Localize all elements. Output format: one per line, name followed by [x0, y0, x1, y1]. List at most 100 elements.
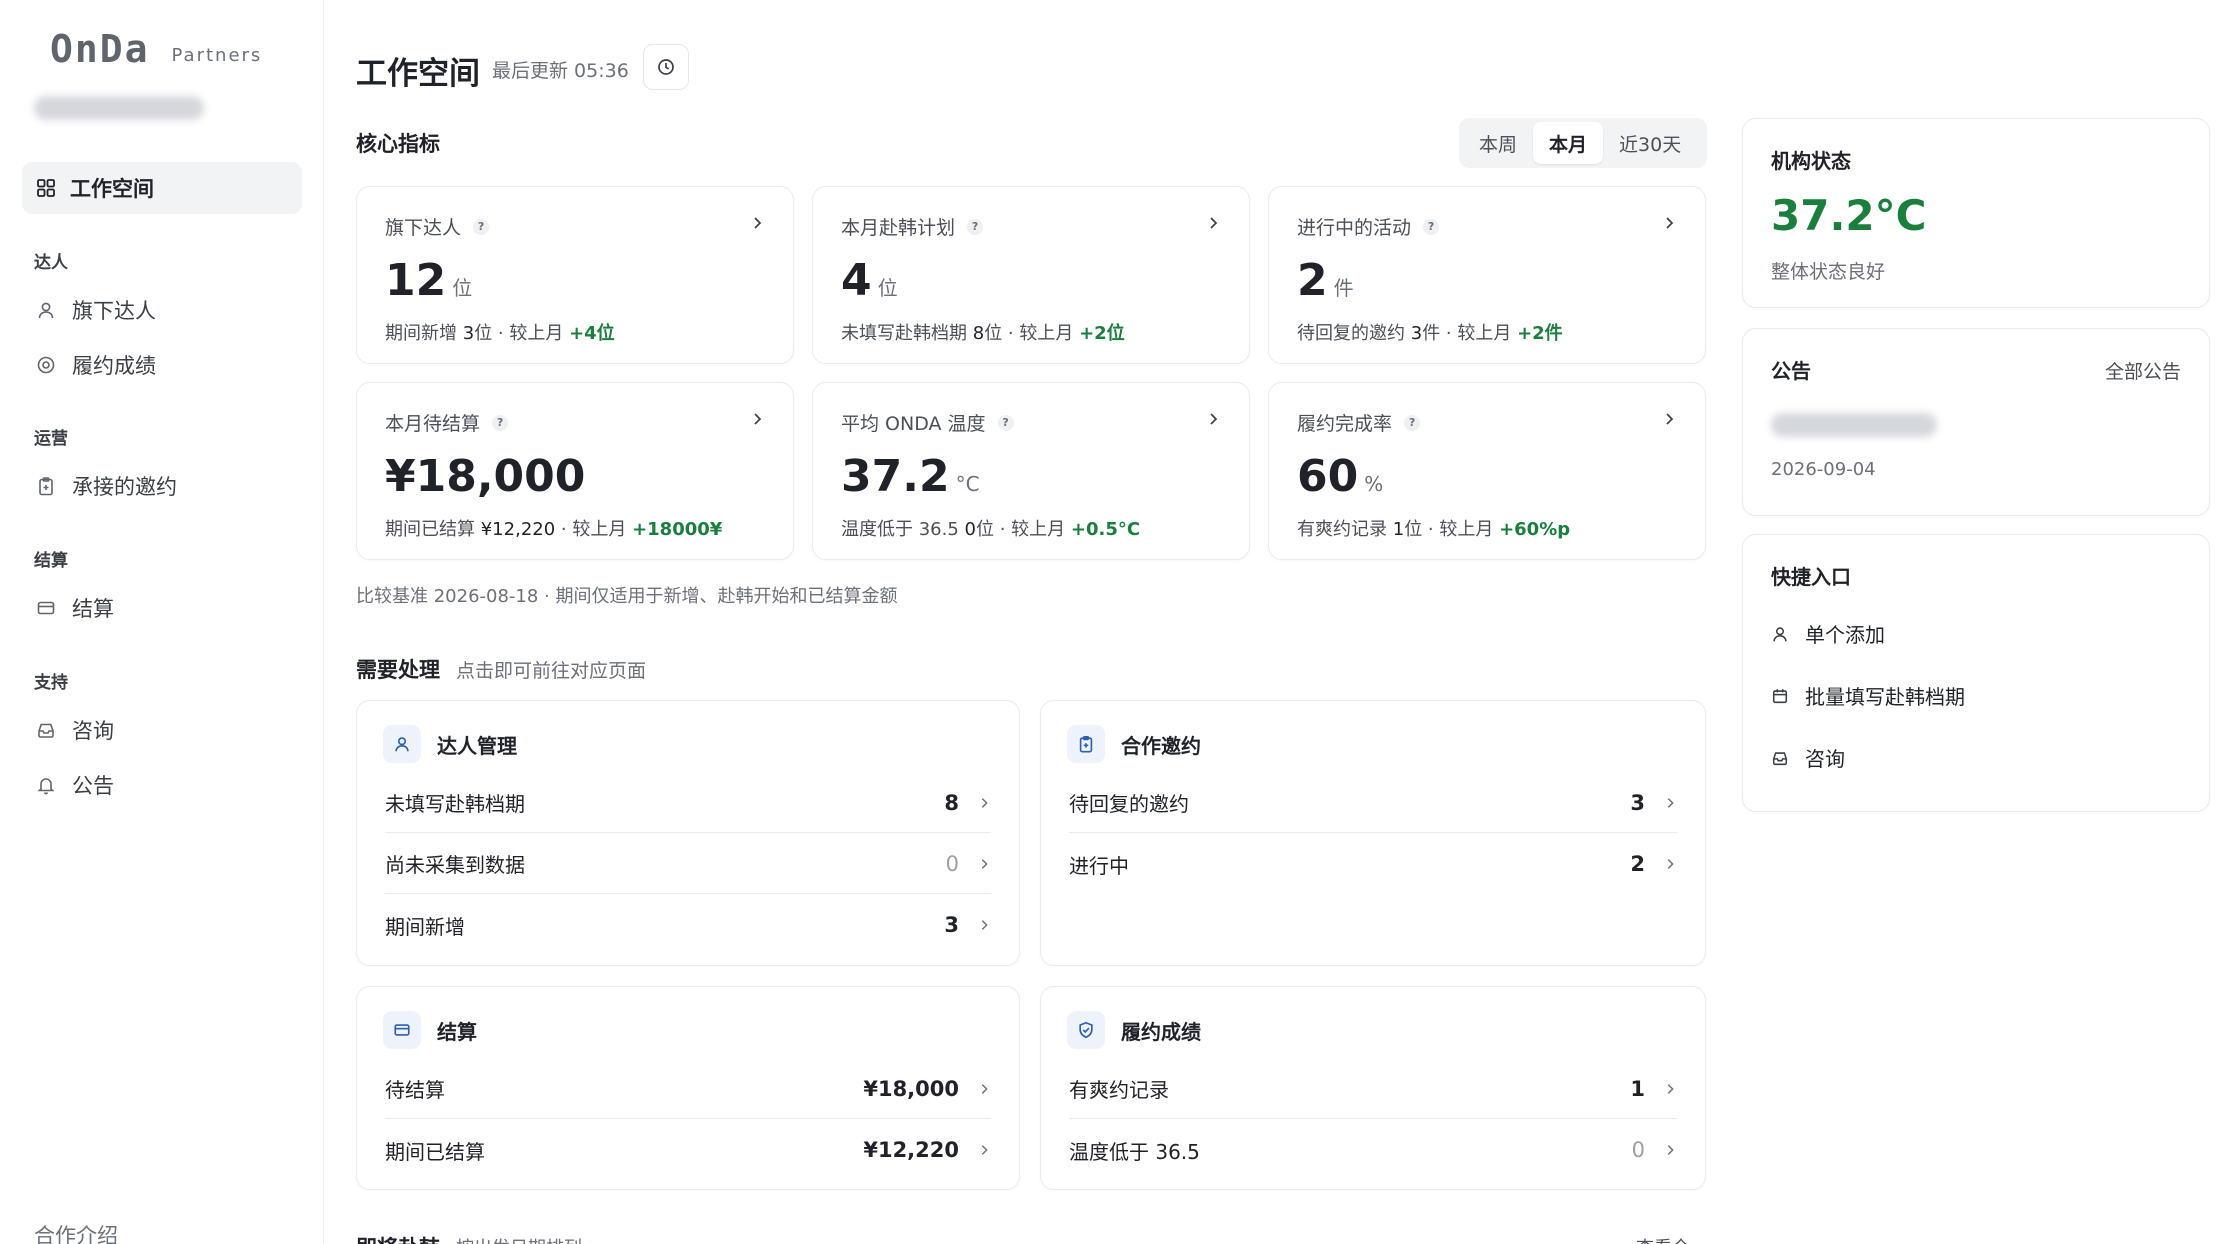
chevron-right-icon — [977, 1143, 991, 1157]
list-item-value: 2 — [1630, 852, 1645, 876]
list-item[interactable]: 有爽约记录 1 — [1069, 1059, 1677, 1119]
kpi-value: 12 — [385, 255, 447, 306]
list-item[interactable]: 未填写赴韩档期 8 — [385, 773, 991, 833]
sidebar-item-label: 承接的邀约 — [72, 475, 177, 499]
list-item[interactable]: 进行中 2 — [1069, 834, 1677, 894]
kpi-card-avg-temperature[interactable]: 平均 ONDA 温度? 37.2 °C 温度低于 36.5 0位 · 较上月 +0… — [812, 382, 1250, 560]
help-icon[interactable]: ? — [997, 414, 1014, 431]
kpi-label-row: 本月赴韩计划? — [841, 213, 984, 240]
kpi-foot-value: 8 — [972, 323, 985, 344]
kpi-value-row: ¥18,000 — [385, 451, 591, 502]
list-item-value: 3 — [944, 913, 959, 937]
chevron-right-icon — [1663, 796, 1677, 810]
sidebar-item-talents[interactable]: 旗下达人 — [36, 294, 156, 326]
list-item-label: 待回复的邀约 — [1069, 792, 1189, 816]
help-icon[interactable]: ? — [473, 218, 490, 235]
sidebar-item-label: 公告 — [72, 774, 114, 798]
list-item[interactable]: 期间已结算 ¥12,220 — [385, 1120, 991, 1180]
panel-header: 达人管理 — [383, 725, 517, 763]
kpi-card-active-campaigns[interactable]: 进行中的活动? 2件 待回复的邀约 3件 · 较上月 +2件 — [1268, 186, 1706, 364]
help-icon[interactable]: ? — [1404, 414, 1421, 431]
kpi-foot-text: 位 · 较上月 — [1404, 519, 1500, 540]
sidebar-item-workspace[interactable]: 工作空间 — [22, 162, 302, 214]
help-icon[interactable]: ? — [492, 414, 509, 431]
quick-link-add-single[interactable]: 单个添加 — [1771, 619, 1885, 648]
inbox-icon — [36, 720, 56, 740]
kpi-card-pending-settlement[interactable]: 本月待结算? ¥18,000 期间已结算 ¥12,220 · 较上月 +1800… — [356, 382, 794, 560]
list-item[interactable]: 尚未采集到数据 0 — [385, 834, 991, 894]
kpi-foot-text: 期间新增 — [385, 323, 463, 344]
tab-month[interactable]: 本月 — [1533, 122, 1604, 164]
list-item-value: 8 — [944, 790, 959, 815]
refresh-button[interactable] — [643, 44, 689, 90]
list-item[interactable]: 期间新增 3 — [385, 895, 991, 955]
kpi-label: 本月赴韩计划 — [841, 217, 956, 239]
clipboard-icon — [1067, 725, 1105, 763]
kpi-footnote: 温度低于 36.5 0位 · 较上月 +0.5°C — [841, 515, 1140, 541]
chevron-right-icon — [1205, 411, 1221, 427]
help-icon[interactable]: ? — [967, 218, 984, 235]
kpi-foot-value: 3 — [462, 323, 475, 344]
panel-settlement: 结算 待结算 ¥18,000 期间已结算 ¥12,220 — [356, 986, 1020, 1190]
list-item[interactable]: 温度低于 36.5 0 — [1069, 1120, 1677, 1180]
sidebar-item-performance[interactable]: 履约成绩 — [36, 349, 156, 381]
kpi-value: 2 — [1297, 255, 1328, 306]
kpi-foot-text: 位 · 较上月 — [975, 519, 1071, 540]
sidebar-item-label: 履约成绩 — [72, 354, 156, 378]
view-all-link[interactable]: 查看全部 — [1636, 1234, 1706, 1244]
panel-performance: 履约成绩 有爽约记录 1 温度低于 36.5 0 — [1040, 986, 1706, 1190]
kpi-unit: °C — [955, 472, 980, 496]
help-icon[interactable]: ? — [1423, 218, 1440, 235]
account-name-redacted — [34, 96, 204, 120]
calendar-icon — [1771, 687, 1789, 705]
kpi-delta: +4位 — [569, 323, 615, 344]
kpi-value: 60 — [1297, 451, 1359, 502]
kpi-unit: 位 — [452, 276, 473, 300]
kpi-delta: +60%p — [1499, 519, 1571, 540]
kpi-footnote: 待回复的邀约 3件 · 较上月 +2件 — [1297, 319, 1563, 345]
todo-section-subtitle: 点击即可前往对应页面 — [456, 660, 647, 682]
sidebar-item-notices[interactable]: 公告 — [36, 769, 114, 801]
org-temperature: 37.2°C — [1771, 191, 1927, 240]
kpi-value: 4 — [841, 255, 872, 306]
user-icon — [1771, 625, 1789, 643]
sidebar-item-settlement[interactable]: 结算 — [36, 592, 114, 624]
panel-header: 履约成绩 — [1067, 1011, 1201, 1049]
quick-link-inquiry[interactable]: 咨询 — [1771, 743, 1845, 772]
tab-30-days[interactable]: 近30天 — [1603, 122, 1697, 164]
bell-icon — [36, 775, 56, 795]
panel-talent-management: 达人管理 未填写赴韩档期 8 尚未采集到数据 0 期间新增 3 — [356, 700, 1020, 966]
kpi-footnote: 期间新增 3位 · 较上月 +4位 — [385, 319, 615, 345]
sidebar-footer-link[interactable]: 合作介绍 — [34, 1220, 118, 1244]
clipboard-icon — [36, 476, 56, 496]
list-item[interactable]: 待结算 ¥18,000 — [385, 1059, 991, 1119]
sidebar-item-invitations[interactable]: 承接的邀约 — [36, 470, 177, 502]
list-item-label: 进行中 — [1069, 853, 1129, 878]
kpi-label-row: 进行中的活动? — [1297, 213, 1440, 240]
list-item-label: 温度低于 36.5 — [1069, 1139, 1200, 1164]
brand-logo[interactable]: OnDa Partners — [50, 30, 262, 68]
user-icon — [383, 725, 421, 763]
kpi-foot-value: ¥12,220 — [480, 519, 556, 540]
comparison-note: 比较基准 2026-08-18 · 期间仅适用于新增、赴韩开始和已结算金额 — [356, 586, 898, 607]
sidebar-item-inquiry[interactable]: 咨询 — [36, 714, 114, 746]
quick-links-card: 快捷入口 单个添加 批量填写赴韩档期 咨询 — [1742, 534, 2210, 812]
notice-title-redacted[interactable] — [1771, 413, 1937, 437]
kpi-foot-value: 0 — [964, 519, 976, 540]
kpi-label: 旗下达人 — [385, 217, 462, 239]
kpi-label-row: 本月待结算? — [385, 409, 509, 436]
all-notices-link[interactable]: 全部公告 — [2105, 357, 2181, 384]
kpi-label-row: 平均 ONDA 温度? — [841, 409, 1014, 436]
tab-week[interactable]: 本周 — [1463, 122, 1533, 164]
kpi-card-talents[interactable]: 旗下达人? 12 位 期间新增 3位 · 较上月 +4位 — [356, 186, 794, 364]
quick-link-label: 批量填写赴韩档期 — [1805, 685, 1965, 709]
kpi-card-korea-plan[interactable]: 本月赴韩计划? 4位 未填写赴韩档期 8位 · 较上月 +2位 — [812, 186, 1250, 364]
card-title: 快捷入口 — [1771, 565, 1851, 589]
kpi-label: 平均 ONDA 温度 — [841, 413, 986, 435]
kpi-card-completion-rate[interactable]: 履约完成率? 60% 有爽约记录 1位 · 较上月 +60%p — [1268, 382, 1706, 560]
kpi-label: 履约完成率 — [1297, 413, 1393, 435]
quick-link-bulk-schedule[interactable]: 批量填写赴韩档期 — [1771, 681, 1965, 710]
list-item[interactable]: 待回复的邀约 3 — [1069, 773, 1677, 833]
kpi-value-row: 2件 — [1297, 255, 1354, 306]
panel-title: 结算 — [437, 1019, 477, 1044]
